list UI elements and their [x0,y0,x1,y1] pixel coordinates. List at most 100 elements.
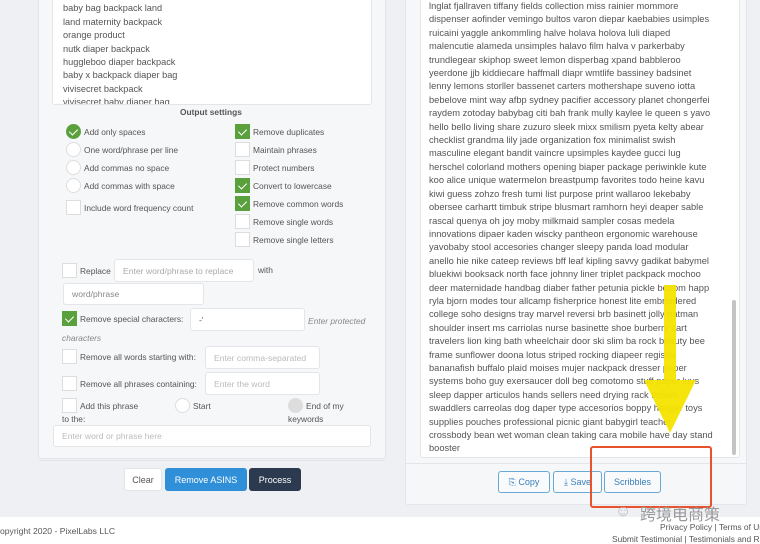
to-the-label: to the: [62,414,86,424]
copy-label: Copy [518,477,540,487]
output-option-checkbox[interactable]: Remove single letters [235,232,334,247]
output-format-radio[interactable]: Add commas no space [66,160,169,175]
output-line: kiwi guess zohzo fresh tumi list purpose… [429,188,691,199]
radio-label: One word/phrase per line [84,144,179,155]
output-option-checkbox[interactable]: Convert to lowercase [235,178,332,193]
checkbox-label: Remove single letters [253,234,334,245]
output-line: masculine elegant bandit vaincre upsimpl… [429,148,681,159]
keyword-line: land maternity backpack [63,16,163,27]
output-option-checkbox[interactable]: Remove duplicates [235,124,324,139]
containing-label: Remove all phrases containing: [80,378,197,389]
containing-input[interactable]: Enter the word [205,372,320,395]
output-line: herschel colorland mothers opening biape… [429,161,707,172]
starting-input[interactable]: Enter comma-separated [205,346,320,369]
keyword-line: baby x backpack diaper bag [63,70,178,81]
radio-label: Add only spaces [84,126,146,137]
copy-button[interactable]: ⎘ Copy [498,471,550,493]
clear-button[interactable]: Clear [124,468,162,491]
radio-circle[interactable] [66,160,81,175]
checkbox-box[interactable] [62,376,77,391]
checkbox-label: Remove common words [253,198,344,209]
output-format-radio[interactable]: One word/phrase per line [66,142,178,157]
checkbox-label: Remove single words [253,216,334,227]
terms-link[interactable]: Terms of Us [719,522,760,532]
add-phrase-checkbox[interactable]: Add this phrase [62,398,138,413]
checkbox-box[interactable] [235,196,250,211]
add-phrase-label: Add this phrase [80,400,139,411]
output-line: anello hie nike cateep reviews bff leaf … [429,255,709,266]
output-line: raydem zotoday babybag citi bah frank mu… [429,108,711,119]
output-scrollbar[interactable] [732,300,736,455]
radio-circle[interactable] [66,142,81,157]
checkbox-label: Protect numbers [253,162,315,173]
keywords-label: keywords [288,414,324,424]
starting-label: Remove all words starting with: [80,351,196,362]
output-line: dispenser aofinder vemingo bultos varon … [429,14,710,25]
submit-testimonial-link[interactable]: Submit Testimonial [612,534,682,544]
output-line: lnglat fjallraven tiffany fields collect… [429,1,679,11]
radio-circle[interactable] [288,398,303,413]
output-format-radio[interactable]: Add only spaces [66,124,145,139]
output-option-checkbox[interactable]: Protect numbers [235,160,314,175]
checkbox-label: Include word frequency count [84,202,194,213]
checkbox-box[interactable] [235,178,250,193]
checkbox-box[interactable] [235,124,250,139]
radio-circle[interactable] [66,178,81,193]
checkbox-box[interactable] [235,214,250,229]
add-phrase-input[interactable]: Enter word or phrase here [53,425,371,447]
radio-circle[interactable] [66,124,81,139]
save-label: Save [570,477,591,487]
keyword-line: baby bag backpack land [63,3,163,14]
copy-icon: ⎘ [508,476,516,487]
checkbox-box[interactable] [235,142,250,157]
with-label: with [258,265,273,275]
annotation-red-box [590,446,712,508]
checkbox-label: Convert to lowercase [253,180,332,191]
output-line: checklist grandma lily jade organization… [429,135,676,146]
process-button[interactable]: Process [249,468,301,491]
keyword-line: vivisecret backpack [63,83,143,94]
copyright-text: opyright 2020 - PixelLabs LLC [0,526,116,536]
radio-label: Add commas no space [84,162,170,173]
radio-circle[interactable] [175,398,190,413]
checkbox-box[interactable] [66,200,81,215]
output-format-radio[interactable]: Add commas with space [66,178,175,193]
replace-label: Replace [80,265,111,276]
output-option-checkbox[interactable]: Remove common words [235,196,343,211]
checkbox-label: Remove duplicates [253,126,325,137]
output-option-checkbox[interactable]: Maintain phrases [235,142,317,157]
output-line: bebelove mint way afbp sydney pacifier a… [429,94,710,105]
remove-containing-checkbox[interactable]: Remove all phrases containing: [62,376,197,391]
output-line: obersee carhartt timbuk stripe blusmart … [429,202,704,213]
replace-input[interactable]: Enter word/phrase to replace [114,259,254,282]
remove-starting-checkbox[interactable]: Remove all words starting with: [62,349,196,364]
keyword-line: vivisecret baby diaper bag [63,97,170,105]
keyword-line: huggleboo diaper backpack [63,57,176,68]
output-line: yavobaby stool accesories changer sleepy… [429,242,689,253]
download-icon: ⤓ [563,476,568,487]
output-line: bluekiwi booksack north face johnny line… [429,269,701,280]
output-option-checkbox[interactable]: Remove single words [235,214,333,229]
start-radio[interactable]: Start [175,398,211,413]
checkbox-box[interactable] [62,398,77,413]
include-frequency-checkbox[interactable]: Include word frequency count [66,200,193,215]
checkbox-label: Maintain phrases [253,144,317,155]
end-radio[interactable]: End of my [288,398,344,413]
replace-with-input[interactable]: word/phrase [63,283,204,305]
keyword-line: nutk diaper backpack [63,43,150,54]
checkbox-box[interactable] [62,349,77,364]
keyword-line: orange product [63,30,125,41]
wechat-icon: ☺ [615,503,632,520]
testimonials-link[interactable]: Testimonials and Re [689,534,760,544]
replace-checkbox[interactable]: Replace [62,263,111,278]
footer-links-row2: Submit Testimonial | Testimonials and Re [612,534,760,544]
checkbox-box[interactable] [62,263,77,278]
annotation-arrow-icon [644,285,696,433]
output-line: malencutie alameda unsimples halavo film… [429,41,685,52]
remove-asins-button[interactable]: Remove ASINS [165,468,247,491]
checkbox-box[interactable] [235,160,250,175]
checkbox-box[interactable] [235,232,250,247]
privacy-link[interactable]: Privacy Policy [660,522,712,532]
input-keywords-textarea[interactable]: land brand diaper bag backpackbaby bag b… [52,0,372,105]
protected-hint: Enter protected characters [62,316,366,343]
